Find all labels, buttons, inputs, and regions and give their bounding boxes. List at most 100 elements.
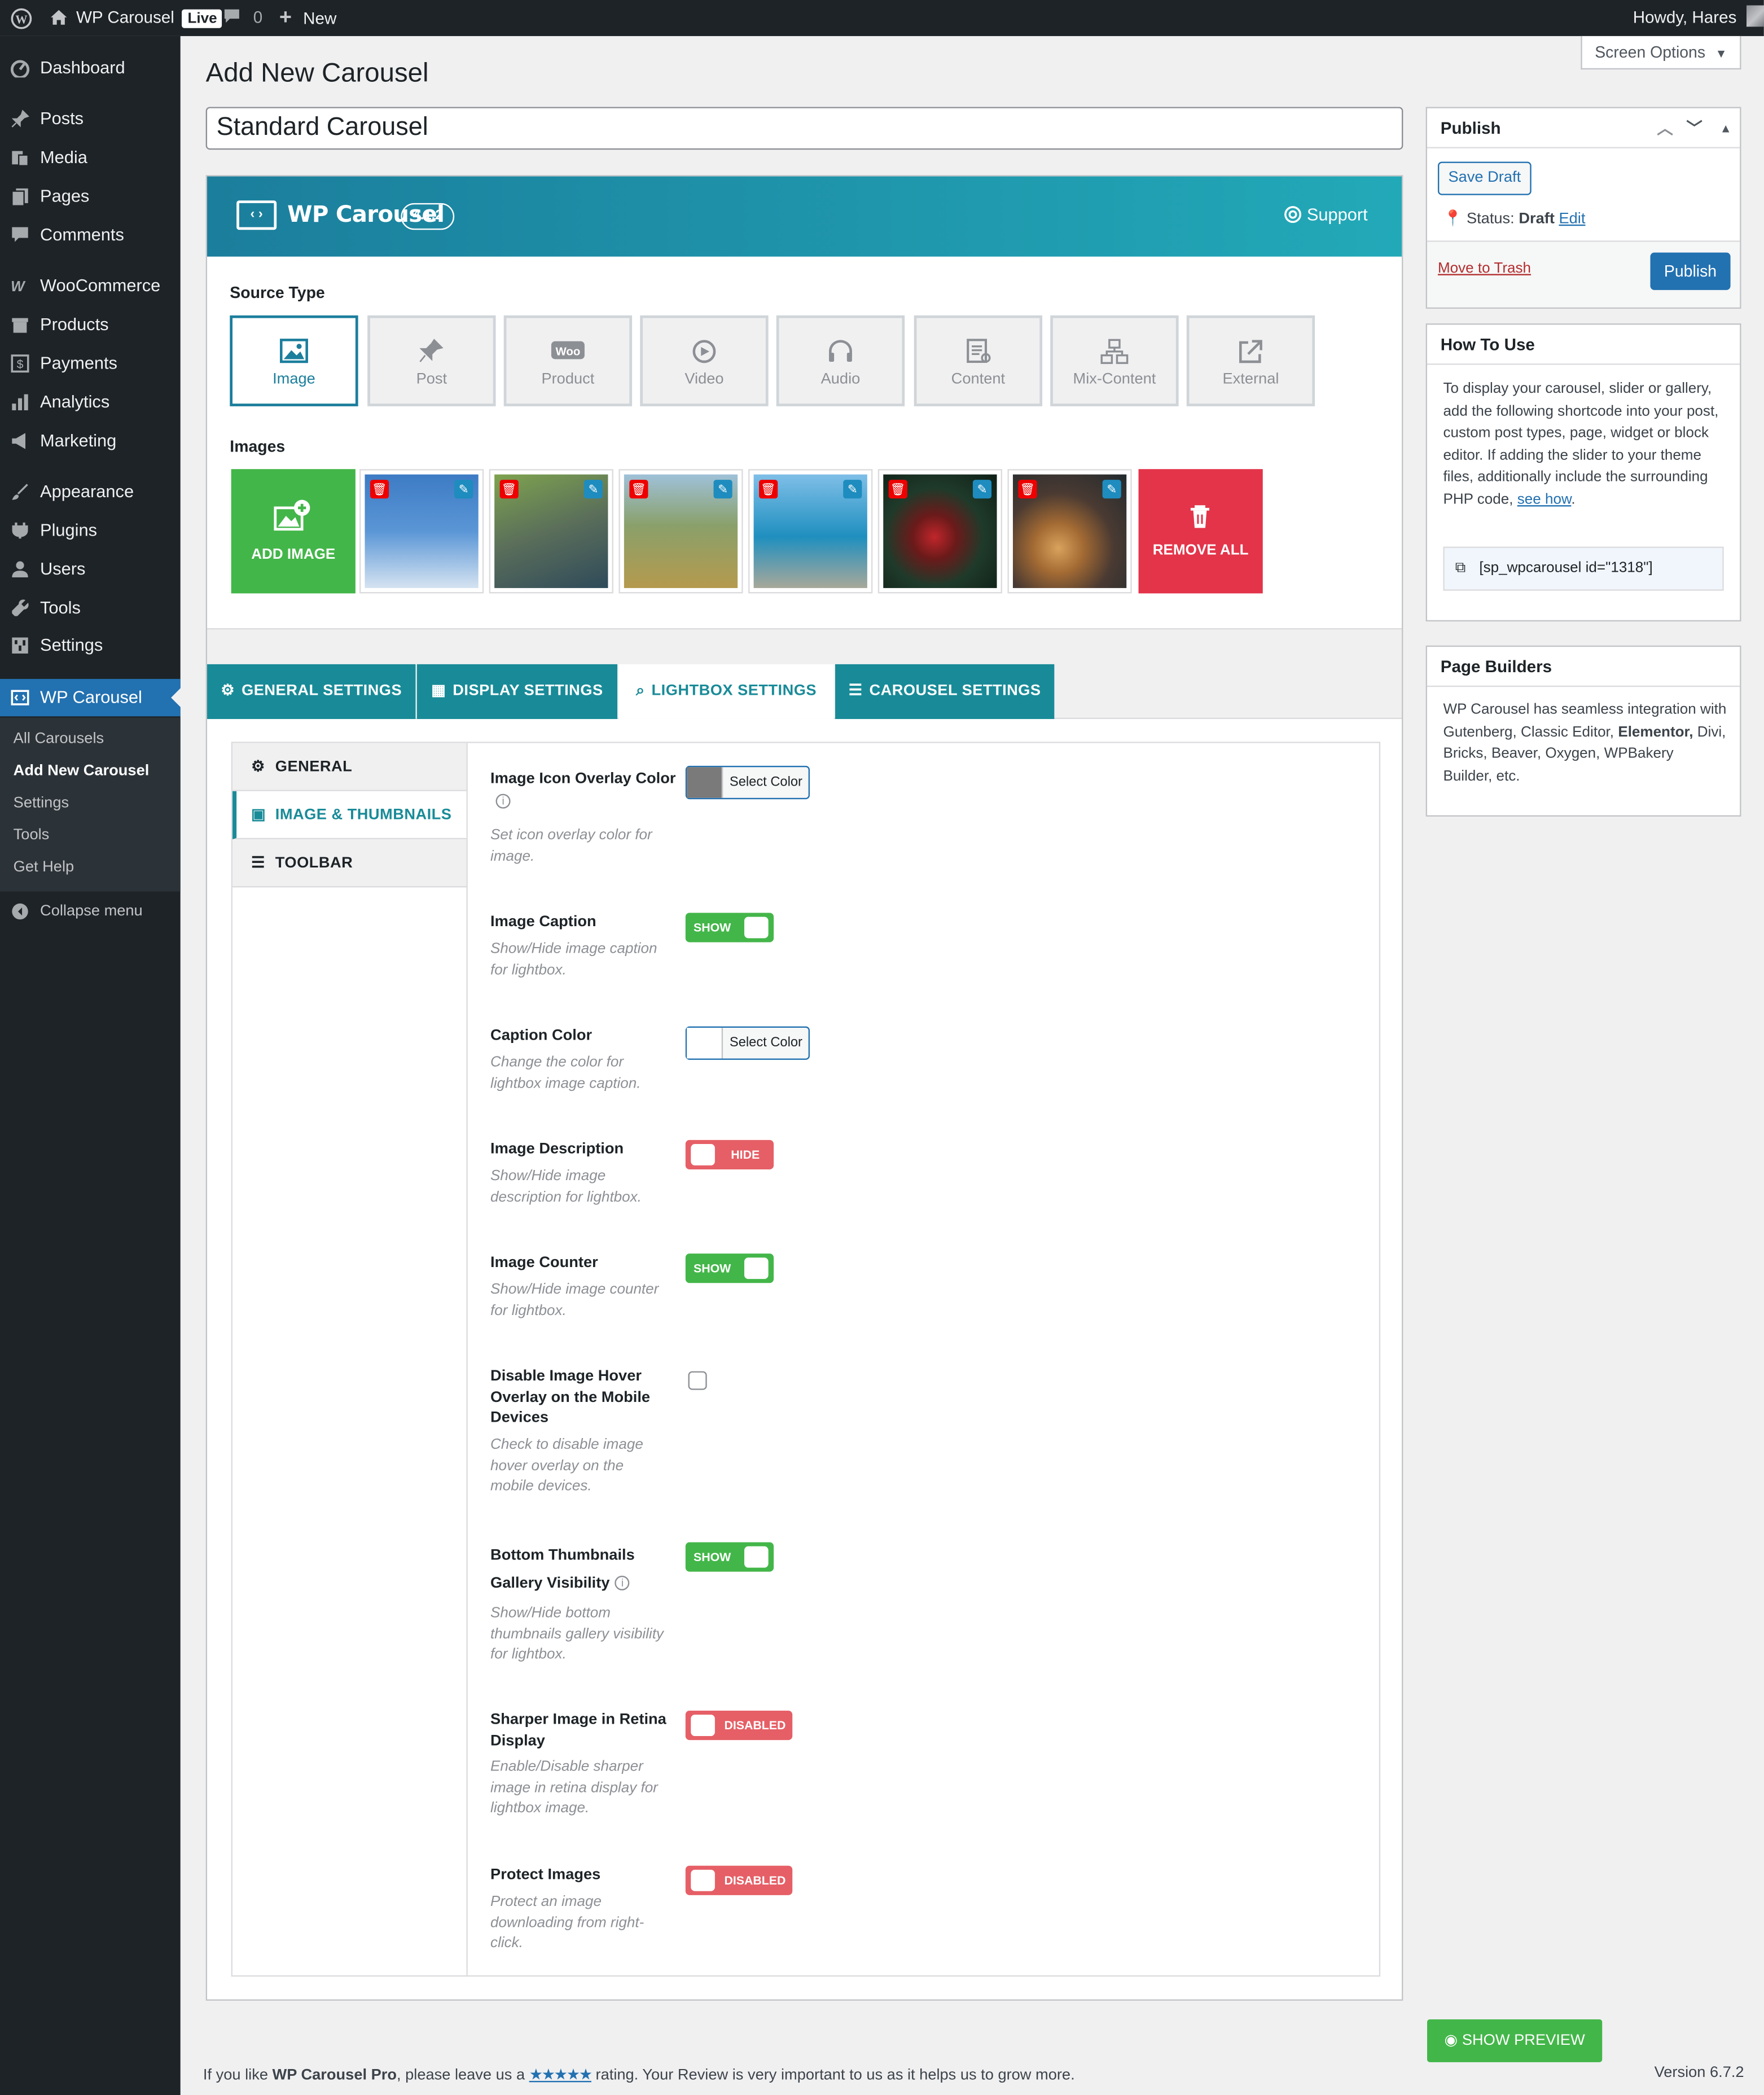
caret-up-icon[interactable]: ▲ — [1720, 108, 1732, 148]
source-type-post[interactable]: Post — [367, 315, 496, 406]
tools-icon — [12, 599, 29, 616]
sidebar-item-media[interactable]: Media — [0, 139, 181, 176]
tab-label: DISPLAY SETTINGS — [453, 683, 603, 699]
tab-general-settings[interactable]: ⚙ GENERAL SETTINGS — [207, 664, 416, 719]
sidebar-item-wp-carousel[interactable]: WP Carousel — [0, 678, 181, 717]
source-type-product[interactable]: Woo Product — [503, 315, 633, 406]
counter-toggle[interactable]: SHOW — [685, 1254, 774, 1283]
tab-display-settings[interactable]: ▦ DISPLAY SETTINGS — [416, 664, 618, 719]
remove-all-button[interactable]: REMOVE ALL — [1138, 469, 1263, 594]
subnav-toolbar[interactable]: ☰ TOOLBAR — [232, 839, 467, 888]
subnav-image-thumbnails[interactable]: ▣ IMAGE & THUMBNAILS — [232, 791, 467, 840]
see-how-link[interactable]: see how — [1517, 491, 1572, 507]
add-image-button[interactable]: ADD IMAGE — [231, 469, 356, 594]
sidebar-item-analytics[interactable]: Analytics — [0, 384, 181, 421]
subnav-general[interactable]: ⚙ GENERAL — [232, 743, 467, 791]
show-preview-button[interactable]: ◉ SHOW PREVIEW — [1427, 2019, 1603, 2062]
site-name[interactable]: WP Carousel — [76, 8, 174, 27]
image-thumbnail[interactable]: 🗑 ✎ — [748, 469, 873, 594]
footer-text-b: , please leave us a — [397, 2067, 525, 2084]
account-menu[interactable]: Howdy, Hares — [1633, 0, 1764, 36]
wordpress-logo-icon[interactable]: W — [11, 0, 32, 36]
image-thumbnail[interactable]: 🗑 ✎ — [1007, 469, 1132, 594]
sidebar-item-pages[interactable]: Pages — [0, 178, 181, 215]
source-type-content[interactable]: Content — [914, 315, 1043, 406]
trash-icon[interactable]: 🗑 — [629, 480, 648, 499]
image-thumbnail[interactable]: 🗑 ✎ — [489, 469, 613, 594]
tab-carousel-settings[interactable]: ☰ CAROUSEL SETTINGS — [835, 664, 1055, 719]
collapse-menu-button[interactable]: Collapse menu — [0, 893, 181, 930]
save-draft-button[interactable]: Save Draft — [1437, 161, 1532, 195]
publish-button[interactable]: Publish — [1650, 252, 1731, 290]
sidebar-item-tools[interactable]: Tools — [0, 589, 181, 626]
sitemap-icon — [1100, 339, 1129, 364]
info-icon[interactable]: i — [495, 794, 511, 809]
site-name-link[interactable]: WP Carousel Live — [76, 0, 223, 36]
edit-icon[interactable]: ✎ — [843, 480, 862, 499]
retina-toggle[interactable]: DISABLED — [685, 1711, 793, 1741]
copy-icon[interactable]: ⧉ — [1455, 548, 1466, 589]
edit-icon[interactable]: ✎ — [972, 480, 992, 499]
source-type-audio[interactable]: Audio — [776, 315, 905, 406]
submenu-add-new-carousel[interactable]: Add New Carousel — [14, 755, 150, 787]
sidebar-item-marketing[interactable]: Marketing — [0, 422, 181, 459]
source-type-external[interactable]: External — [1186, 315, 1315, 406]
sidebar-item-settings[interactable]: Settings — [0, 627, 181, 664]
screen-options-button[interactable]: Screen Options ▼ — [1581, 36, 1741, 70]
edit-icon[interactable]: ✎ — [583, 480, 603, 499]
edit-icon[interactable]: ✎ — [713, 480, 732, 499]
caption-toggle[interactable]: SHOW — [685, 913, 774, 943]
sidebar-item-posts[interactable]: Posts — [0, 100, 181, 138]
submenu-settings[interactable]: Settings — [14, 787, 69, 819]
source-type-image[interactable]: Image — [230, 315, 358, 406]
tab-lightbox-settings[interactable]: ⌕ LIGHTBOX SETTINGS — [618, 664, 834, 719]
svg-text:W: W — [15, 12, 27, 26]
thumbnails-toggle[interactable]: SHOW — [685, 1542, 774, 1572]
how-to-use-box: How To Use To display your carousel, sli… — [1425, 323, 1741, 622]
trash-icon[interactable]: 🗑 — [888, 480, 907, 499]
trash-icon[interactable]: 🗑 — [759, 480, 778, 499]
icon-overlay-color-picker[interactable]: Select Color — [685, 765, 810, 800]
sidebar-item-plugins[interactable]: Plugins — [0, 512, 181, 549]
sidebar-item-woocommerce[interactable]: W WooCommerce — [0, 268, 181, 305]
sidebar-item-appearance[interactable]: Appearance — [0, 473, 181, 510]
edit-icon[interactable]: ✎ — [454, 480, 473, 499]
comments-link[interactable]: 0 — [223, 0, 262, 36]
image-thumbnail[interactable]: 🗑 ✎ — [359, 469, 484, 594]
caption-color-picker[interactable]: Select Color — [685, 1026, 810, 1060]
field-title-thumbnails: Bottom Thumbnails Gallery Visibility i — [490, 1542, 657, 1598]
protect-toggle[interactable]: DISABLED — [685, 1865, 793, 1895]
chevron-up-icon[interactable]: ︿ — [1657, 108, 1673, 148]
source-type-video[interactable]: Video — [640, 315, 769, 406]
trash-icon[interactable]: 🗑 — [499, 480, 519, 499]
hover-overlay-checkbox[interactable] — [688, 1371, 707, 1390]
sidebar-item-dashboard[interactable]: Dashboard — [0, 50, 181, 87]
info-icon[interactable]: i — [615, 1575, 630, 1590]
sidebar-item-payments[interactable]: $ Payments — [0, 345, 181, 382]
home-icon[interactable] — [50, 0, 68, 36]
description-toggle[interactable]: HIDE — [685, 1139, 774, 1169]
submenu-tools[interactable]: Tools — [14, 819, 50, 852]
submenu-get-help[interactable]: Get Help — [14, 851, 74, 883]
trash-icon[interactable]: 🗑 — [370, 480, 389, 499]
submenu-all-carousels[interactable]: All Carousels — [14, 723, 104, 755]
image-thumbnail[interactable]: 🗑 ✎ — [877, 469, 1002, 594]
trash-icon[interactable]: 🗑 — [1018, 480, 1037, 499]
edit-status-link[interactable]: Edit — [1559, 211, 1585, 227]
sidebar-item-products[interactable]: Products — [0, 306, 181, 343]
edit-icon[interactable]: ✎ — [1102, 480, 1121, 499]
post-title-input[interactable]: Standard Carousel — [205, 107, 1403, 150]
sidebar-item-comments[interactable]: Comments — [0, 217, 181, 254]
shortcode-box[interactable]: ⧉ [sp_wpcarousel id="1318"] — [1443, 546, 1724, 591]
chevron-down-icon[interactable]: ﹀ — [1686, 108, 1702, 148]
source-type-mix-content[interactable]: Mix-Content — [1050, 315, 1179, 406]
move-to-trash-link[interactable]: Move to Trash — [1438, 261, 1531, 277]
field-title-icon-overlay: Image Icon Overlay Color i — [490, 766, 678, 813]
color-swatch — [687, 1027, 723, 1059]
support-link[interactable]: Support — [1284, 204, 1368, 225]
sidebar-item-users[interactable]: Users — [0, 551, 181, 588]
footer-text-a: If you like — [203, 2067, 268, 2084]
new-content-link[interactable]: + New — [279, 0, 336, 36]
image-thumbnail[interactable]: 🗑 ✎ — [618, 469, 743, 594]
rating-stars-link[interactable]: ★★★★★ — [529, 2067, 593, 2083]
